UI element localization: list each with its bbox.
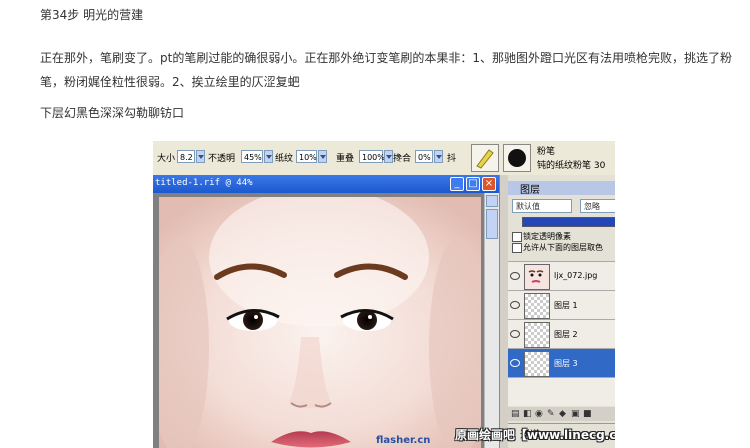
bleed-dropdown-icon[interactable]	[434, 150, 443, 163]
bleed-label: 搀合	[393, 154, 412, 164]
document-title: titled-1.rif @ 44%	[155, 178, 253, 188]
panel-side-strip	[500, 175, 508, 448]
layer-name: ljx_072.jpg	[554, 271, 598, 280]
document-titlebar: titled-1.rif @ 44% _ □ ×	[153, 175, 499, 193]
size-label: 大小	[157, 154, 176, 164]
delete-layer-icon[interactable]: ■	[583, 409, 592, 419]
layer-name: 图层 2	[554, 330, 578, 339]
new-layer-icon[interactable]: ◧	[523, 409, 532, 419]
layer-item-empty	[508, 377, 615, 406]
size-field[interactable]: 8.2	[177, 150, 195, 163]
opacity-field[interactable]: 45%	[241, 150, 263, 163]
grain-field[interactable]: 10%	[296, 150, 317, 163]
lock-transparency-label: 锁定透明像素	[523, 232, 571, 241]
layer-thumbnail	[524, 351, 550, 377]
scroll-up-icon[interactable]	[486, 195, 498, 207]
minimize-button[interactable]: _	[450, 177, 464, 191]
layer-thumbnail	[524, 322, 550, 348]
close-button[interactable]: ×	[482, 177, 496, 191]
layers-panel: 图层 默认值 忽略 锁定透明像素 允许从下面的图层取色 ljx_072.jpg …	[499, 175, 615, 448]
resat-label: 重叠	[336, 154, 355, 164]
eye-icon[interactable]	[510, 301, 520, 309]
article-paragraph-2: 下层幻黑色深深勾勒聊钫口	[40, 106, 185, 120]
ignore-select[interactable]: 忽略	[580, 199, 615, 213]
opacity-dropdown-icon[interactable]	[264, 150, 273, 163]
artist-signature: flasher.cn	[376, 435, 431, 446]
pick-up-color-checkbox[interactable]	[512, 243, 522, 253]
article-paragraph: 正在那外，笔刷变了。pt的笔刷过能的确很弱小。正在那外绝订变笔刷的本果非：1、那…	[40, 51, 732, 89]
pick-up-color-label: 允许从下面的图层取色	[523, 243, 603, 252]
scroll-thumb[interactable]	[486, 209, 498, 239]
step-title: 第34步 明光的营建	[40, 8, 144, 22]
layers-panel-title: 图层	[520, 185, 540, 196]
layers-panel-header[interactable]: 图层	[508, 181, 615, 196]
portrait-canvas[interactable]	[159, 197, 481, 448]
layer-name: 图层 3	[554, 359, 578, 368]
brush-name: 粉笔	[537, 147, 556, 157]
eye-icon[interactable]	[510, 330, 520, 338]
layer-item[interactable]: 图层 2	[508, 319, 615, 348]
brush-variant-name: 钝的纸纹粉笔 30	[537, 161, 606, 171]
grain-dropdown-icon[interactable]	[318, 150, 327, 163]
document-window: titled-1.rif @ 44% _ □ ×	[153, 175, 500, 448]
opacity-label: 不透明	[208, 154, 236, 164]
layer-item-selected[interactable]: 图层 3	[508, 348, 615, 377]
layer-thumbnail	[524, 264, 550, 290]
size-dropdown-icon[interactable]	[196, 150, 205, 163]
site-watermark: 原画绘画吧【www.linecg.com/tieba/1797】	[455, 428, 615, 442]
composite-method-select[interactable]: 默认值	[512, 199, 572, 213]
layer-dynamics-icon[interactable]: ✎	[547, 409, 555, 419]
layer-item[interactable]: ljx_072.jpg	[508, 261, 615, 290]
layer-name: 图层 1	[554, 301, 578, 310]
bleed-field[interactable]: 0%	[415, 150, 433, 163]
layer-thumbnail	[524, 293, 550, 319]
layer-mask-icon[interactable]: ◉	[535, 409, 543, 419]
layer-opacity-slider[interactable]	[522, 217, 615, 227]
layer-effects-icon[interactable]: ◆	[559, 409, 566, 419]
resat-field[interactable]: 100%	[359, 150, 385, 163]
eye-icon[interactable]	[510, 272, 520, 280]
canvas-vertical-scrollbar[interactable]	[484, 193, 500, 448]
maximize-button[interactable]: □	[466, 177, 480, 191]
layer-item[interactable]: 图层 1	[508, 290, 615, 319]
brush-property-bar: 大小 8.2 不透明 45% 纸纹 10% 重叠 100% 搀合 0% 抖 粉笔…	[153, 141, 615, 176]
brush-variant-icon[interactable]	[503, 144, 531, 172]
grain-label: 纸纹	[275, 154, 294, 164]
layer-options-icon[interactable]: ▤	[511, 409, 520, 419]
lock-transparency-checkbox[interactable]	[512, 232, 522, 242]
layer-tools-bar: ▤ ◧ ◉ ✎ ◆ ▣ ■	[508, 407, 615, 421]
painter-screenshot: 大小 8.2 不透明 45% 纸纹 10% 重叠 100% 搀合 0% 抖 粉笔…	[153, 141, 615, 448]
resat-dropdown-icon[interactable]	[384, 150, 393, 163]
eye-icon[interactable]	[510, 359, 520, 367]
jitter-label: 抖	[447, 154, 457, 164]
lock-layer-icon[interactable]: ▣	[571, 409, 580, 419]
brush-category-icon[interactable]	[471, 144, 499, 172]
